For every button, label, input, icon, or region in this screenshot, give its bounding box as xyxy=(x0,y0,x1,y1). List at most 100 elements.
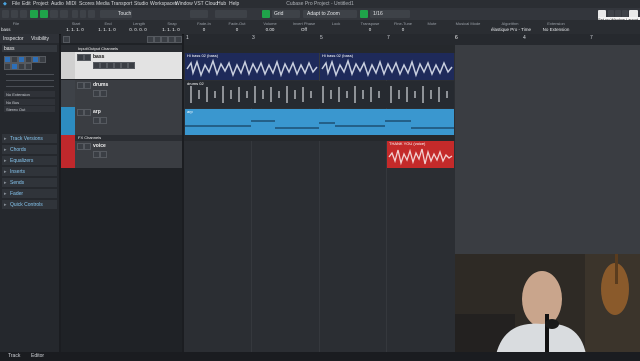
section-fader[interactable]: ▸ Fader xyxy=(2,189,57,198)
lane-button[interactable] xyxy=(128,62,135,69)
audio-clip[interactable]: Hi bass 02 (bass) xyxy=(185,53,319,80)
project-window[interactable]: Hi bass 02 (bass) Hi bass 02 (bass) drum… xyxy=(184,45,455,352)
write-button[interactable] xyxy=(100,117,107,124)
write-button[interactable] xyxy=(100,62,107,69)
info-value-snap[interactable]: 1. 1. 1. 0 xyxy=(158,27,184,32)
info-value-fade-in[interactable]: 0 xyxy=(193,27,215,32)
read-button[interactable] xyxy=(93,117,100,124)
menu-hub[interactable]: Hub xyxy=(217,1,226,7)
track-mute-all-button[interactable] xyxy=(154,36,161,43)
track-bass[interactable]: bass xyxy=(61,52,182,79)
track-filter-button[interactable] xyxy=(147,36,154,43)
info-value-end[interactable]: 1. 1. 1. 0 xyxy=(94,27,120,32)
edit-button[interactable] xyxy=(121,62,128,69)
write-button[interactable] xyxy=(100,90,107,97)
info-value-fade-out[interactable]: 0 xyxy=(225,27,249,32)
info-value-transpose[interactable]: 0 xyxy=(356,27,384,32)
menu-media[interactable]: Media xyxy=(96,1,110,7)
info-value-volume[interactable]: 0.00 xyxy=(258,27,282,32)
grid-type-select[interactable]: Grid xyxy=(272,10,300,18)
record-button[interactable] xyxy=(114,62,121,69)
section-quick-controls[interactable]: ▸ Quick Controls xyxy=(2,200,57,209)
monitor-button[interactable] xyxy=(32,56,39,63)
read-button[interactable] xyxy=(93,90,100,97)
info-value-file[interactable]: bass xyxy=(1,27,21,32)
info-value-start[interactable]: 1. 1. 1. 0 xyxy=(62,27,88,32)
mute-button[interactable] xyxy=(4,56,11,63)
menu-studio[interactable]: Studio xyxy=(134,1,148,7)
autoscroll-button[interactable] xyxy=(80,10,86,18)
solo-button[interactable] xyxy=(84,54,91,61)
menu-edit[interactable]: Edit xyxy=(22,1,31,7)
monitor-button[interactable] xyxy=(107,62,114,69)
section-equalizers[interactable]: ▸ Equalizers xyxy=(2,156,57,165)
locator-display[interactable] xyxy=(215,10,247,18)
edit-channel-button[interactable] xyxy=(4,63,11,70)
mute-button[interactable] xyxy=(77,54,84,61)
output-routing-select[interactable]: Stereo Out xyxy=(4,106,55,112)
solo-button[interactable] xyxy=(84,82,91,89)
input-routing-select[interactable]: No Bus xyxy=(4,99,55,105)
volume-slider[interactable] xyxy=(6,74,54,75)
menu-audio[interactable]: Audio xyxy=(51,1,64,7)
lane-button[interactable] xyxy=(11,63,18,70)
freeze-button[interactable] xyxy=(18,63,25,70)
quantize-toggle-button[interactable] xyxy=(360,10,368,18)
menu-vst-cloud[interactable]: VST Cloud xyxy=(194,1,218,7)
solo-button[interactable] xyxy=(84,143,91,150)
left-zone-button[interactable] xyxy=(20,10,27,18)
track-sync-button[interactable] xyxy=(168,36,175,43)
menu-midi[interactable]: MIDI xyxy=(66,1,77,7)
read-button[interactable] xyxy=(18,56,25,63)
menu-window[interactable]: Window xyxy=(175,1,193,7)
mute-button[interactable] xyxy=(77,143,84,150)
lock-button[interactable] xyxy=(25,63,32,70)
menu-file[interactable]: File xyxy=(12,1,20,7)
info-value-length[interactable]: 0. 0. 0. 0 xyxy=(125,27,151,32)
info-value-extension[interactable]: No Extension xyxy=(538,27,574,32)
snap-mode-select[interactable]: Adapt to Zoom xyxy=(303,10,357,18)
section-inserts[interactable]: ▸ Inserts xyxy=(2,167,57,176)
delay-slider[interactable] xyxy=(6,86,54,87)
activate-project-button[interactable] xyxy=(2,10,9,18)
section-sends[interactable]: ▸ Sends xyxy=(2,178,57,187)
read-button[interactable] xyxy=(93,62,100,69)
range-select-button[interactable] xyxy=(40,10,48,18)
section-track-versions[interactable]: ▸ Track Versions xyxy=(2,134,57,143)
track-name[interactable]: drums xyxy=(93,82,108,88)
snap-toggle-button[interactable] xyxy=(262,10,270,18)
menu-project[interactable]: Project xyxy=(33,1,49,7)
menu-transport[interactable]: Transport xyxy=(111,1,132,7)
folder-track-io[interactable]: Input/Output Channels xyxy=(61,45,182,52)
inspector-track-header[interactable]: bass xyxy=(2,45,57,52)
tab-visibility[interactable]: Visibility xyxy=(31,36,49,43)
mute-button[interactable] xyxy=(77,82,84,89)
track-drums[interactable]: drums xyxy=(61,80,182,107)
info-value-fine-tune[interactable]: 0 xyxy=(390,27,416,32)
track-name[interactable]: arp xyxy=(93,109,101,115)
quantize-select[interactable]: 1/16 xyxy=(370,10,410,18)
track-solo-all-button[interactable] xyxy=(161,36,168,43)
section-chords[interactable]: ▸ Chords xyxy=(2,145,57,154)
track-arp[interactable]: arp xyxy=(61,107,182,135)
menu-scores[interactable]: Scores xyxy=(79,1,95,7)
audio-clip[interactable]: drums 02 xyxy=(185,81,454,108)
record-button[interactable] xyxy=(39,56,46,63)
automation-mode-select[interactable]: Touch xyxy=(100,10,132,18)
audio-clip[interactable]: THANK YOU (voice) xyxy=(387,141,454,168)
track-settings-button[interactable] xyxy=(175,36,182,43)
pan-slider[interactable] xyxy=(6,80,54,81)
info-value-algorithm[interactable]: élastique Pro - Time xyxy=(488,27,534,32)
menu-workspaces[interactable]: Workspaces xyxy=(150,1,177,7)
add-track-button[interactable] xyxy=(63,36,70,43)
track-name[interactable]: bass xyxy=(93,54,104,60)
suspend-button[interactable] xyxy=(88,10,95,18)
menu-help[interactable]: Help xyxy=(229,1,239,7)
inspector-toggle-button[interactable] xyxy=(11,10,18,18)
split-button[interactable] xyxy=(50,10,58,18)
mute-button[interactable] xyxy=(77,109,84,116)
extension-select[interactable]: No Extension xyxy=(4,91,55,97)
object-select-button[interactable] xyxy=(30,10,38,18)
info-value-invert-phase[interactable]: Off xyxy=(288,27,320,32)
cycle-button[interactable] xyxy=(72,10,78,18)
